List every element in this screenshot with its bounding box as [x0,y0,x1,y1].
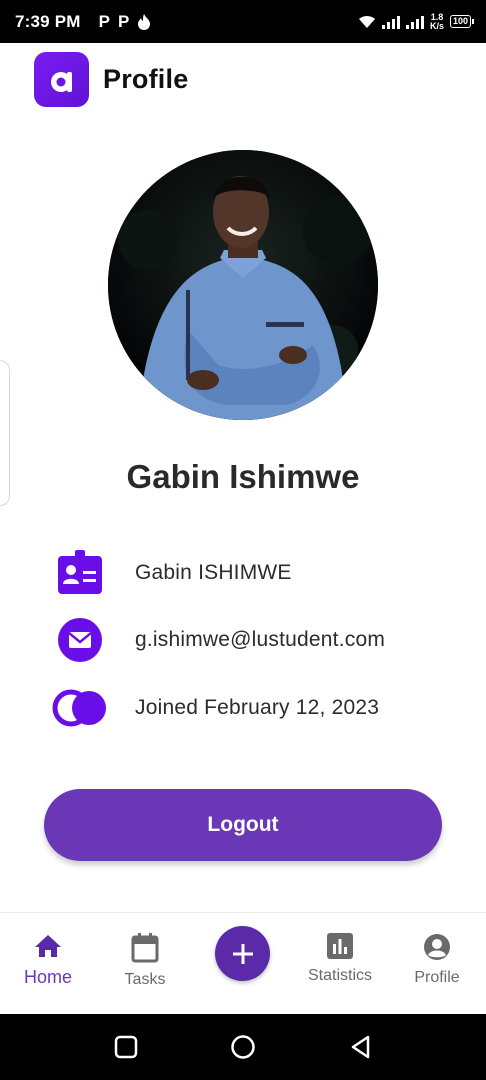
status-bar: 7:39 PM P P 1.8 K/s 100 [0,0,486,43]
nav-item-tasks[interactable]: Tasks [100,933,190,989]
bar-chart-icon [327,933,353,959]
signal-icon [381,15,400,29]
plus-icon [232,943,253,964]
app-logo [34,52,89,107]
battery-level: 100 [449,15,471,28]
home-icon [35,935,61,957]
app-header: Profile [34,52,188,107]
profile-photo [108,150,378,420]
nav-item-home[interactable]: Home [3,933,93,988]
recents-icon[interactable] [113,1034,139,1060]
nav-label-profile: Profile [414,969,460,986]
account-circle-icon [424,934,450,960]
notification-app-icon: P [98,11,110,31]
profile-name: Gabin Ishimwe [126,458,360,495]
back-icon[interactable] [348,1034,374,1060]
add-task-button[interactable] [215,926,270,981]
notification-app-icon: P [118,11,130,31]
nav-item-profile[interactable]: Profile [392,933,482,987]
info-row-joined: Joined February 12, 2023 [52,684,379,732]
nav-label-tasks: Tasks [124,971,166,988]
network-speed: 1.8 K/s [429,11,444,31]
profile-avatar [108,150,378,420]
joined-date-text: Joined February 12, 2023 [135,696,380,719]
info-row-email: g.ishimwe@lustudent.com [52,616,385,664]
signal-icon [405,15,424,29]
full-name-text: Gabin ISHIMWE [135,561,292,584]
mail-icon [52,616,108,664]
logout-button[interactable]: Logout [44,789,442,861]
system-navigation-bar [0,1014,486,1080]
email-text: g.ishimwe@lustudent.com [135,628,386,651]
status-time: 7:39 PM [15,11,81,31]
status-app-icons: P P [99,12,152,32]
info-row-full-name: Gabin ISHIMWE [52,549,292,597]
id-badge-icon [52,549,108,597]
calendar-icon [131,933,159,963]
wifi-icon [358,15,375,28]
nav-label-statistics: Statistics [307,967,372,984]
battery-icon: 100 [449,15,474,28]
nav-item-statistics[interactable]: Statistics [295,933,385,985]
fire-icon [138,13,151,30]
page-title: Profile [103,64,189,94]
bottom-navigation: Home Tasks Statistics Profile [0,912,486,1014]
nav-label-home: Home [23,967,72,987]
app-logo-icon [50,71,72,92]
toggle-icon [52,684,108,732]
home-circle-icon[interactable] [230,1034,256,1060]
